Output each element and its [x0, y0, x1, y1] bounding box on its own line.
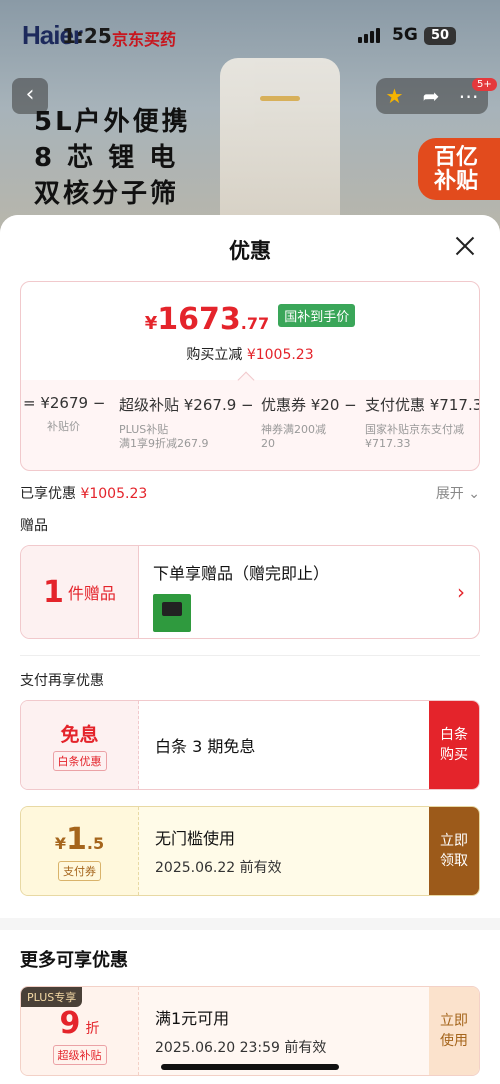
- plus-tag: PLUS专享: [21, 987, 83, 1007]
- more-discounts: 更多可享优惠 PLUS专享 9 折 超级补贴 满1元可用 2025.06.20 …: [0, 930, 500, 1084]
- coupon-amount: ¥1.5: [55, 822, 104, 857]
- status-time: 1:25: [62, 24, 112, 48]
- coupon-integer: 1: [66, 821, 87, 857]
- breakdown-value: 优惠券 ¥20 −: [261, 396, 357, 414]
- coupon-body: 白条 3 期免息: [139, 701, 429, 789]
- share-icon[interactable]: ➦: [423, 84, 440, 108]
- badge-line-1: 百亿: [434, 145, 479, 170]
- star-icon[interactable]: ★: [386, 84, 404, 108]
- chevron-right-icon[interactable]: ›: [457, 580, 465, 604]
- breakdown-caption: PLUS补贴 满1享9折减267.9: [119, 423, 209, 450]
- coupon-left: ¥1.5 支付券: [21, 807, 139, 895]
- price-breakdown[interactable]: = ¥2679 − 补贴价 超级补贴 ¥267.9 − PLUS补贴 满1享9折…: [21, 394, 480, 451]
- price-tag: 国补到手价: [278, 304, 356, 327]
- breakdown-caret: [237, 371, 255, 389]
- sheet-body: ¥1673.77 国补到手价 购买立减 ¥1005.23 = ¥2679 − 补…: [0, 281, 500, 918]
- home-indicator[interactable]: [161, 1064, 339, 1070]
- reduce-line: 购买立减 ¥1005.23: [21, 344, 479, 364]
- status-bar: Haier 1:25 京东买药 5G 50: [0, 0, 500, 72]
- coupon-currency: ¥: [54, 833, 67, 853]
- promo-line-3: 双核分子筛: [34, 179, 180, 209]
- sheet-title: 优惠: [229, 239, 271, 263]
- coupon-discount: 9 折: [60, 1006, 100, 1041]
- promo-line-1: 5L户外便携: [34, 107, 191, 137]
- reduce-value: ¥1005.23: [246, 347, 314, 363]
- baitiao-coupon[interactable]: 免息 白条优惠 白条 3 期免息 白条 购买: [20, 700, 480, 790]
- breakdown-caption: 国家补贴京东支付减 ¥717.33: [365, 423, 464, 450]
- baitiao-buy-button[interactable]: 白条 购买: [429, 701, 479, 789]
- gift-count-number: 1: [43, 574, 64, 610]
- enjoyed-label: 已享优惠: [20, 486, 76, 502]
- gift-thumbnail[interactable]: [153, 594, 191, 632]
- price-integer: 1673: [157, 302, 241, 337]
- coupon-body: 满1元可用 2025.06.20 23:59 前有效: [139, 987, 429, 1075]
- coupon-chip: 支付券: [58, 860, 101, 881]
- coupon-title: 满1元可用: [155, 1009, 230, 1028]
- gift-section-label: 赠品: [20, 518, 48, 534]
- gift-count: 1 件赠品: [21, 546, 139, 638]
- chevron-down-icon: ⌄: [468, 486, 480, 502]
- coupon-left: 免息 白条优惠: [21, 701, 139, 789]
- reduce-label: 购买立减: [186, 347, 243, 363]
- coupon-title: 白条 3 期免息: [155, 737, 256, 756]
- enjoyed-value: ¥1005.23: [80, 486, 148, 502]
- coupon-chip: 超级补贴: [52, 1044, 107, 1065]
- product-image: [220, 58, 340, 240]
- coupon-left-title: 免息: [60, 723, 99, 746]
- discount-number: 9: [59, 1005, 81, 1041]
- breakdown-item: 优惠券 ¥20 − 神券满200减 20: [259, 394, 363, 451]
- discount-unit: 折: [85, 1020, 100, 1037]
- message-count-badge: 5+: [472, 78, 497, 91]
- signal-icon: [358, 28, 380, 43]
- sheet-header: 优惠: [0, 215, 500, 281]
- use-coupon-button[interactable]: 立即 使用: [429, 987, 479, 1075]
- gift-card[interactable]: 1 件赠品 下单享赠品（赠完即止） ›: [20, 545, 480, 639]
- coupon-decimal: .5: [86, 833, 105, 853]
- enjoyed-label-group: 已享优惠 ¥1005.23: [20, 483, 147, 503]
- promo-line-2: 8 芯 锂 电: [34, 143, 179, 173]
- breakdown-item: 支付优惠 ¥717.33 国家补贴京东支付减 ¥717.33: [363, 394, 480, 451]
- subsidy-badge: 百亿 补贴: [418, 138, 500, 200]
- discount-sheet: 优惠 ¥1673.77 国补到手价 购买立减 ¥1005.23 = ¥2679 …: [0, 215, 500, 1084]
- more-discounts-title: 更多可享优惠: [20, 950, 128, 971]
- gift-detail: 下单享赠品（赠完即止） ›: [139, 546, 479, 638]
- expand-button[interactable]: 展开 ⌄: [436, 483, 480, 503]
- pay-section-label: 支付再享优惠: [20, 673, 104, 689]
- coupon-validity: 2025.06.22 前有效: [155, 860, 282, 876]
- breakdown-item: 超级补贴 ¥267.9 − PLUS补贴 满1享9折减267.9: [117, 394, 259, 451]
- badge-line-2: 补贴: [434, 169, 479, 194]
- pay-coupon[interactable]: ¥1.5 支付券 无门槛使用 2025.06.22 前有效 立即 领取: [20, 806, 480, 896]
- breakdown-item: = ¥2679 − 补贴价: [21, 394, 117, 451]
- gift-count-unit: 件赠品: [67, 584, 116, 603]
- breakdown-caption: 补贴价: [47, 420, 80, 433]
- close-icon[interactable]: [452, 233, 478, 259]
- price-decimal: .77: [240, 314, 270, 333]
- price-summary: ¥1673.77 国补到手价 购买立减 ¥1005.23 = ¥2679 − 补…: [20, 281, 480, 471]
- final-price: ¥1673.77 国补到手价: [21, 302, 479, 337]
- gift-title: 下单享赠品（赠完即止）: [153, 564, 330, 583]
- claim-coupon-button[interactable]: 立即 领取: [429, 807, 479, 895]
- divider: [20, 655, 480, 656]
- coupon-chip: 白条优惠: [52, 750, 107, 771]
- price-currency: ¥: [144, 313, 158, 334]
- plus-coupon[interactable]: PLUS专享 9 折 超级补贴 满1元可用 2025.06.20 23:59 前…: [20, 986, 480, 1076]
- expand-label: 展开: [435, 486, 464, 502]
- breakdown-caption: 神券满200减 20: [261, 423, 326, 450]
- breakdown-value: 超级补贴 ¥267.9 −: [119, 396, 254, 414]
- promo-text: 5L户外便携 8 芯 锂 电 双核分子筛: [34, 104, 191, 212]
- coupon-body: 无门槛使用 2025.06.22 前有效: [139, 807, 429, 895]
- shop-name: 京东买药: [112, 30, 177, 49]
- coupon-title: 无门槛使用: [155, 829, 236, 848]
- enjoyed-discount-row: 已享优惠 ¥1005.23 展开 ⌄: [20, 471, 480, 515]
- network-label: 5G: [392, 25, 418, 45]
- battery-icon: 50: [424, 27, 456, 45]
- coupon-validity: 2025.06.20 23:59 前有效: [155, 1040, 327, 1056]
- breakdown-value: = ¥2679 −: [23, 394, 106, 412]
- breakdown-value: 支付优惠 ¥717.33: [365, 396, 480, 414]
